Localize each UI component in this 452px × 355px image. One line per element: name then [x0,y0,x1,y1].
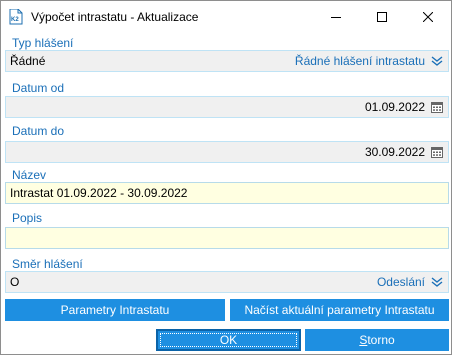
ok-button[interactable]: OK [156,329,301,351]
smer-hlaseni-label: Směr hlášení [12,257,83,271]
datum-do-field[interactable]: 30.09.2022 [5,141,449,163]
smer-hlaseni-display: Odeslání [376,275,425,289]
svg-text:K2: K2 [11,17,19,23]
nacist-parametry-button[interactable]: Načíst aktuální parametry Intrastatu [230,299,449,321]
storno-button[interactable]: Storno [305,329,449,351]
typ-hlaseni-field[interactable]: Řádné Řádné hlášení intrastatu [5,50,449,72]
app-icon: K2 [9,9,23,25]
datum-od-label: Datum od [12,81,65,95]
storno-button-label: Storno [359,333,394,347]
popis-label: Popis [12,211,43,225]
typ-hlaseni-display: Řádné hlášení intrastatu [294,54,425,68]
minimize-button[interactable] [313,1,359,33]
storno-label-rest: torno [367,333,395,347]
typ-hlaseni-label: Typ hlášení [12,36,74,50]
close-button[interactable] [405,1,451,33]
nazev-value: Intrastat 01.09.2022 - 30.09.2022 [10,186,188,200]
smer-hlaseni-value: O [10,275,20,289]
calendar-icon[interactable] [431,101,443,113]
nazev-label: Název [12,168,47,182]
window-title: Výpočet intrastatu - Aktualizace [31,10,199,24]
minimize-icon [331,17,341,18]
maximize-button[interactable] [359,1,405,33]
focus-rectangle [160,333,297,347]
calendar-icon[interactable] [431,146,443,158]
typ-hlaseni-value: Řádné [10,54,46,68]
title-bar: K2 Výpočet intrastatu - Aktualizace [1,1,451,33]
datum-od-field[interactable]: 01.09.2022 [5,96,449,118]
parametry-intrastatu-button[interactable]: Parametry Intrastatu [5,299,225,321]
dropdown-icon[interactable] [431,277,443,287]
datum-do-label: Datum do [12,124,65,138]
popis-input[interactable] [5,227,449,249]
datum-od-value: 01.09.2022 [364,100,425,114]
datum-do-value: 30.09.2022 [364,145,425,159]
dialog-window: K2 Výpočet intrastatu - Aktualizace Typ … [0,0,452,355]
close-icon [423,12,433,22]
dropdown-icon[interactable] [431,56,443,66]
nazev-input[interactable]: Intrastat 01.09.2022 - 30.09.2022 [5,182,449,204]
maximize-icon [377,12,387,22]
smer-hlaseni-field[interactable]: O Odeslání [5,271,449,293]
